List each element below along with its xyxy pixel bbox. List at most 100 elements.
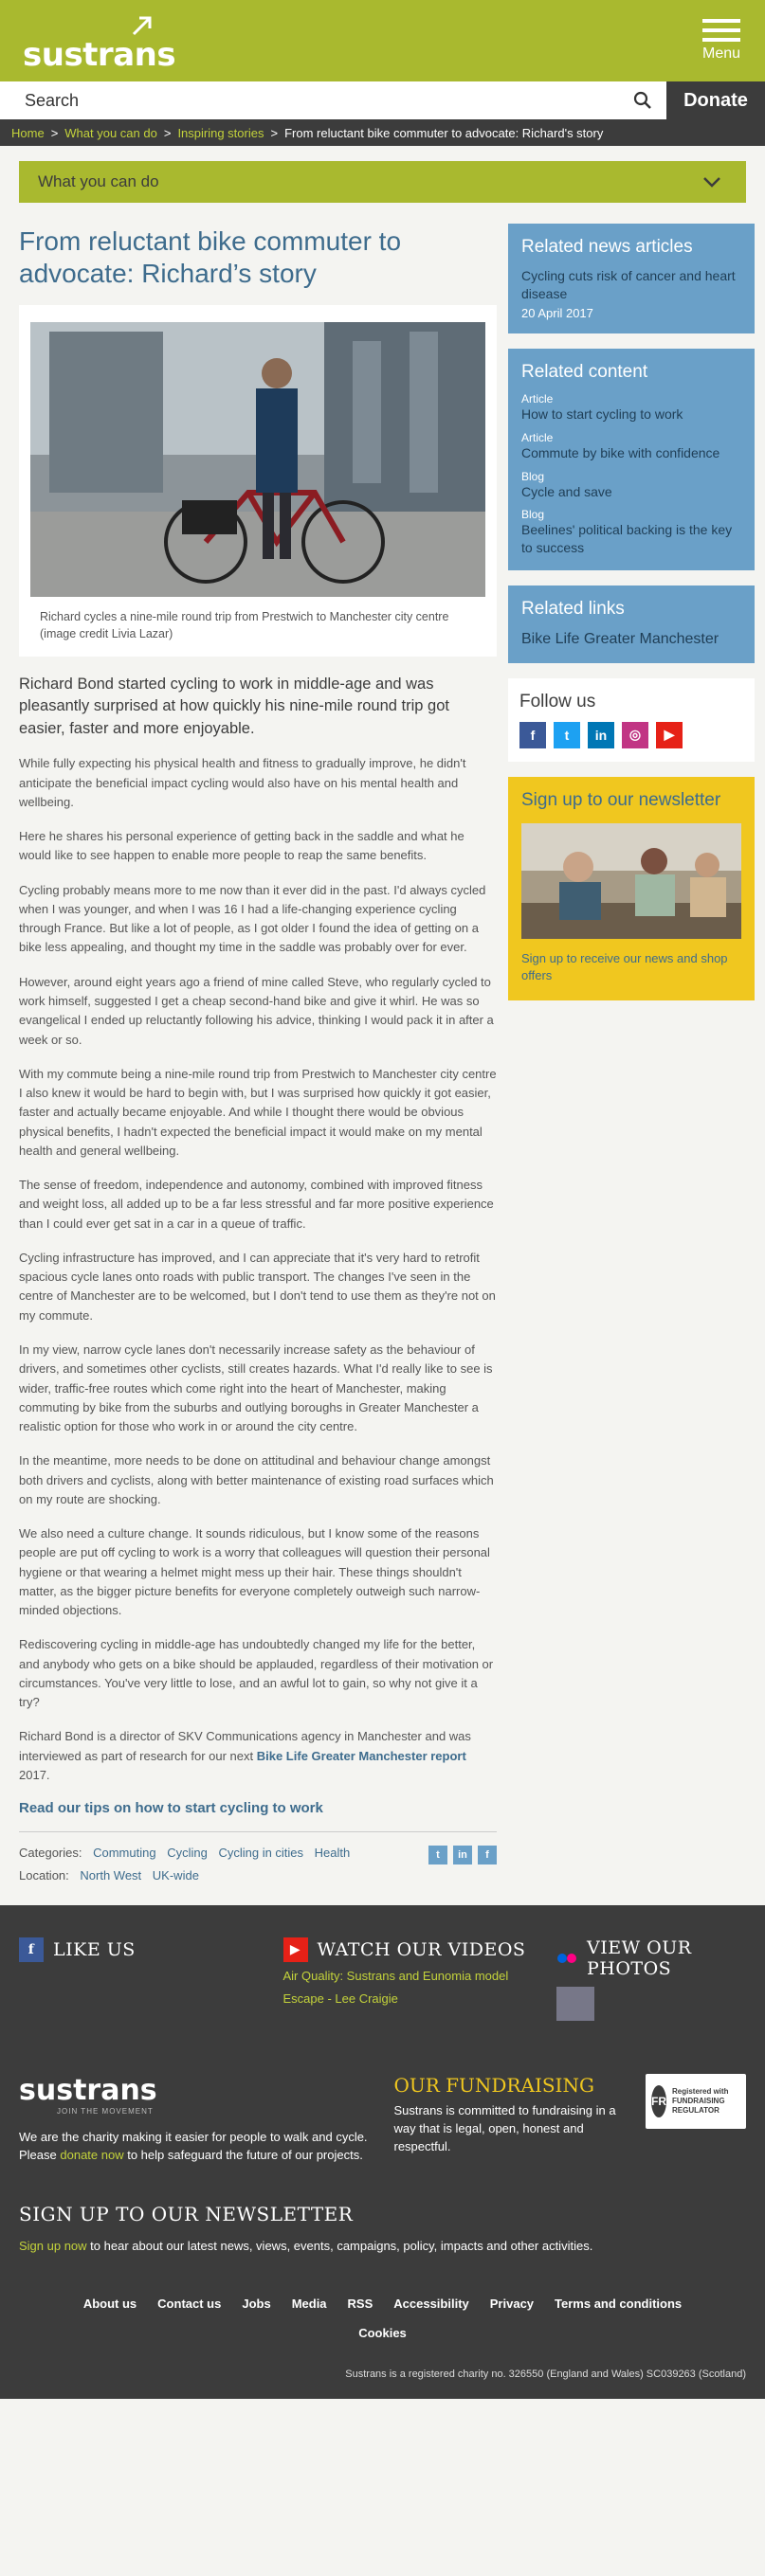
footer-link-contact[interactable]: Contact us [157, 2297, 221, 2311]
newsletter-text[interactable]: Sign up to receive our news and shop off… [521, 950, 741, 986]
related-content-item: Article Commute by bike with confidence [521, 431, 745, 462]
photo-thumbnail[interactable] [556, 1987, 594, 2022]
watch-videos-heading[interactable]: WATCH OUR VIDEOS [318, 1939, 526, 1960]
section-dropdown[interactable]: What you can do [19, 161, 746, 203]
footer-link-cookies[interactable]: Cookies [19, 2326, 746, 2340]
search-input[interactable] [0, 81, 619, 119]
related-news-heading: Related news articles [521, 237, 693, 257]
footer-like: f LIKE US [19, 1937, 256, 2021]
donate-button[interactable]: Donate [666, 81, 765, 119]
footer-photos: VIEW OUR PHOTOS [556, 1937, 746, 2022]
instagram-icon[interactable]: ◎ [622, 721, 648, 748]
donate-link[interactable]: donate now [60, 2148, 123, 2162]
article-photo [30, 322, 485, 598]
categories-label: Categories: [19, 1846, 82, 1861]
bike-life-report-link[interactable]: Bike Life Greater Manchester report [257, 1749, 466, 1763]
linkedin-share-icon[interactable]: in [453, 1846, 472, 1865]
footer-logo[interactable]: sustrans [19, 2074, 370, 2107]
location-row: Location: North West UK-wide [19, 1864, 350, 1886]
video-link[interactable]: Air Quality: Sustrans and Eunomia model [283, 1968, 530, 1985]
author-note-end: 2017. [19, 1768, 50, 1783]
sidebar: Related news articles Cycling cuts risk … [508, 224, 755, 1886]
footer-link-about[interactable]: About us [83, 2297, 137, 2311]
footer-link-privacy[interactable]: Privacy [490, 2297, 534, 2311]
facebook-icon[interactable]: f [519, 721, 546, 748]
related-content-box: Related content Article How to start cyc… [508, 348, 755, 571]
youtube-icon[interactable]: ▶ [282, 1937, 308, 1963]
article-paragraph: With my commute being a nine-mile round … [19, 1066, 497, 1158]
breadcrumb-link-inspiring-stories[interactable]: Inspiring stories [177, 126, 264, 140]
location-label: Location: [19, 1867, 69, 1882]
youtube-icon[interactable]: ▶ [656, 721, 683, 748]
charity-registration: Sustrans is a registered charity no. 326… [345, 2368, 746, 2380]
newsletter-box: Sign up to our newsletter Sign up to rec… [508, 776, 755, 1001]
article-figure: Richard cycles a nine-mile round trip fr… [19, 305, 497, 657]
footer-link-accessibility[interactable]: Accessibility [393, 2297, 469, 2311]
signup-text: to hear about our latest news, views, ev… [86, 2238, 593, 2253]
linkedin-icon[interactable]: in [588, 721, 614, 748]
related-content-link[interactable]: How to start cycling to work [521, 405, 745, 423]
related-content-item: Article How to start cycling to work [521, 392, 745, 423]
content-type: Blog [521, 508, 545, 522]
breadcrumb-link-what-you-can-do[interactable]: What you can do [64, 126, 157, 140]
charity-text: We are the charity making it easier for … [19, 2129, 370, 2165]
category-tag[interactable]: Cycling [167, 1846, 208, 1860]
footer-link-terms[interactable]: Terms and conditions [555, 2297, 682, 2311]
related-link[interactable]: Bike Life Greater Manchester [521, 629, 745, 650]
sustrans-logo[interactable]: sustrans [23, 36, 176, 74]
related-content-heading: Related content [521, 361, 648, 382]
like-us-heading[interactable]: LIKE US [53, 1939, 136, 1960]
category-tag[interactable]: Cycling in cities [218, 1846, 303, 1860]
article-paragraph: Cycling probably means more to me now th… [19, 882, 486, 955]
photo-caption: Richard cycles a nine-mile round trip fr… [40, 610, 449, 641]
menu-button[interactable]: Menu [699, 19, 744, 66]
taxonomy-bar: Categories: Commuting Cycling Cycling in… [19, 1831, 497, 1886]
flickr-icon[interactable] [556, 1946, 577, 1971]
view-photos-heading[interactable]: VIEW OUR PHOTOS [587, 1937, 746, 1979]
related-news-box: Related news articles Cycling cuts risk … [508, 224, 755, 333]
content-type: Article [521, 430, 554, 444]
newsletter-heading: Sign up to our newsletter [521, 789, 721, 810]
fundraising-regulator-badge[interactable]: FR Registered with FUNDRAISING REGULATOR [646, 2074, 746, 2130]
article-paragraph: In my view, narrow cycle lanes don't nec… [19, 1342, 493, 1434]
page-title: From reluctant bike commuter to advocate… [19, 226, 402, 289]
breadcrumb-current: From reluctant bike commuter to advocate… [284, 126, 603, 140]
location-tag[interactable]: North West [80, 1868, 141, 1882]
fundraising-text: Sustrans is committed to fundraising in … [393, 2103, 616, 2153]
video-link[interactable]: Escape - Lee Craigie [283, 1991, 530, 2008]
footer-link-jobs[interactable]: Jobs [242, 2297, 270, 2311]
cycling-tips-link[interactable]: Read our tips on how to start cycling to… [19, 1800, 497, 1816]
signup-now-link[interactable]: Sign up now [19, 2239, 87, 2253]
article-paragraph: The sense of freedom, independence and a… [19, 1178, 494, 1231]
related-links-heading: Related links [521, 599, 625, 620]
article-paragraph: Rediscovering cycling in middle-age has … [19, 1637, 494, 1710]
logo-arrow-icon [132, 16, 152, 36]
category-tag[interactable]: Commuting [93, 1846, 155, 1860]
article-body: While fully expecting his physical healt… [19, 754, 497, 1785]
breadcrumb-current-label: From reluctant bike commuter to advocate… [284, 125, 604, 140]
search-icon[interactable] [619, 81, 666, 119]
fr-badge-text: Registered with FUNDRAISING REGULATOR [672, 2087, 729, 2116]
related-content-link[interactable]: Commute by bike with confidence [521, 444, 745, 462]
related-content-item: Blog Cycle and save [521, 470, 745, 501]
related-links-box: Related links Bike Life Greater Manchest… [508, 585, 755, 663]
twitter-share-icon[interactable]: t [428, 1846, 447, 1865]
category-tag[interactable]: Health [315, 1846, 351, 1860]
footer-tagline: JOIN THE MOVEMENT [57, 2107, 154, 2117]
footer-link-rss[interactable]: RSS [348, 2297, 373, 2311]
footer-link-media[interactable]: Media [292, 2297, 327, 2311]
location-tag[interactable]: UK-wide [153, 1868, 199, 1882]
twitter-icon[interactable]: t [554, 721, 580, 748]
footer-signup-text: Sign up now to hear about our latest new… [19, 2239, 746, 2253]
breadcrumb-link-home[interactable]: Home [11, 126, 45, 140]
site-footer: f LIKE US ▶ WATCH OUR VIDEOS Air Quality: … [0, 1905, 765, 2399]
facebook-share-icon[interactable]: f [478, 1846, 497, 1865]
share-buttons: t in f [428, 1846, 497, 1865]
related-content-link[interactable]: Beelines' political backing is the key t… [521, 521, 745, 557]
facebook-icon[interactable]: f [19, 1937, 44, 1963]
breadcrumb-home: Home > [11, 126, 64, 140]
related-content-link[interactable]: Cycle and save [521, 483, 745, 501]
related-news-link[interactable]: Cycling cuts risk of cancer and heart di… [521, 267, 745, 303]
categories-row: Categories: Commuting Cycling Cycling in… [19, 1842, 350, 1864]
breadcrumb-separator: > [270, 125, 279, 140]
